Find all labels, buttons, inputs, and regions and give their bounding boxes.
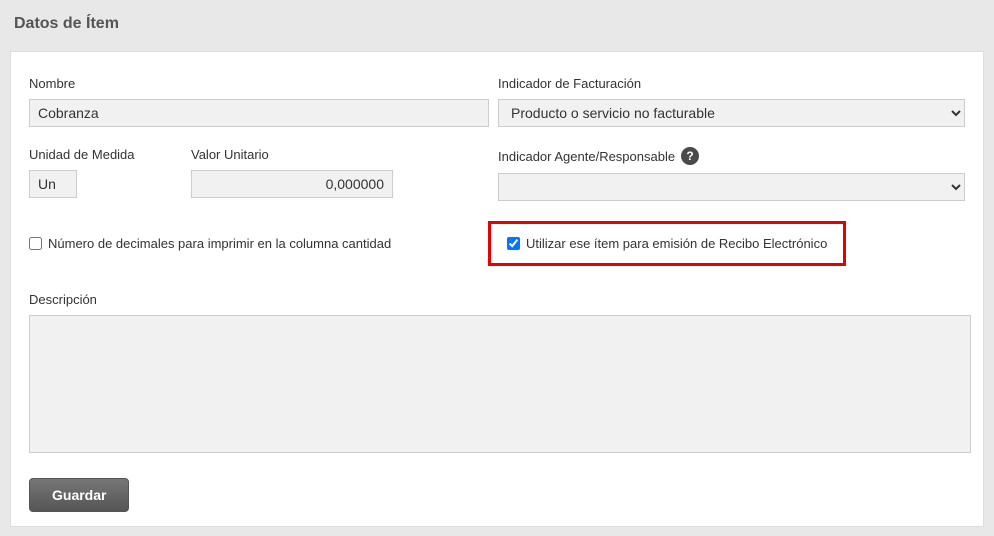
descripcion-label: Descripción	[29, 292, 965, 307]
valor-unitario-label: Valor Unitario	[191, 147, 393, 162]
help-icon[interactable]: ?	[681, 147, 699, 165]
page-title: Datos de Ítem	[0, 0, 994, 51]
recibo-checkbox-label: Utilizar ese ítem para emisión de Recibo…	[526, 236, 827, 251]
decimales-checkbox[interactable]	[29, 237, 42, 250]
unidad-medida-label: Unidad de Medida	[29, 147, 191, 162]
form-row-2: Unidad de Medida Valor Unitario Indicado…	[29, 147, 965, 201]
unidad-medida-group: Unidad de Medida	[29, 147, 191, 201]
page-container: Datos de Ítem Nombre Indicador de Factur…	[0, 0, 994, 536]
indicador-facturacion-label: Indicador de Facturación	[498, 76, 965, 91]
descripcion-textarea[interactable]	[29, 315, 971, 453]
recibo-checkbox-wrapper: Utilizar ese ítem para emisión de Recibo…	[498, 221, 965, 266]
indicador-agente-group: Indicador Agente/Responsable ?	[498, 147, 965, 201]
checkbox-row: Número de decimales para imprimir en la …	[29, 221, 965, 266]
recibo-highlight-box: Utilizar ese ítem para emisión de Recibo…	[488, 221, 846, 266]
recibo-checkbox[interactable]	[507, 237, 520, 250]
nombre-group: Nombre	[29, 76, 498, 127]
valor-unitario-group: Valor Unitario	[191, 147, 393, 201]
nombre-input[interactable]	[29, 99, 489, 127]
left-col-row2: Unidad de Medida Valor Unitario	[29, 147, 498, 201]
valor-unitario-input[interactable]	[191, 170, 393, 198]
indicador-agente-label: Indicador Agente/Responsable	[498, 149, 675, 164]
indicador-facturacion-group: Indicador de Facturación Producto o serv…	[498, 76, 965, 127]
decimales-checkbox-label: Número de decimales para imprimir en la …	[48, 236, 391, 251]
form-panel: Nombre Indicador de Facturación Producto…	[10, 51, 984, 527]
nombre-label: Nombre	[29, 76, 498, 91]
form-row-1: Nombre Indicador de Facturación Producto…	[29, 76, 965, 127]
descripcion-group: Descripción	[29, 292, 965, 456]
save-button[interactable]: Guardar	[29, 478, 129, 512]
decimales-checkbox-group: Número de decimales para imprimir en la …	[29, 221, 498, 266]
indicador-agente-label-row: Indicador Agente/Responsable ?	[498, 147, 965, 165]
indicador-facturacion-select[interactable]: Producto o servicio no facturable	[498, 99, 965, 127]
indicador-agente-select[interactable]	[498, 173, 965, 201]
unidad-medida-input[interactable]	[29, 170, 77, 198]
